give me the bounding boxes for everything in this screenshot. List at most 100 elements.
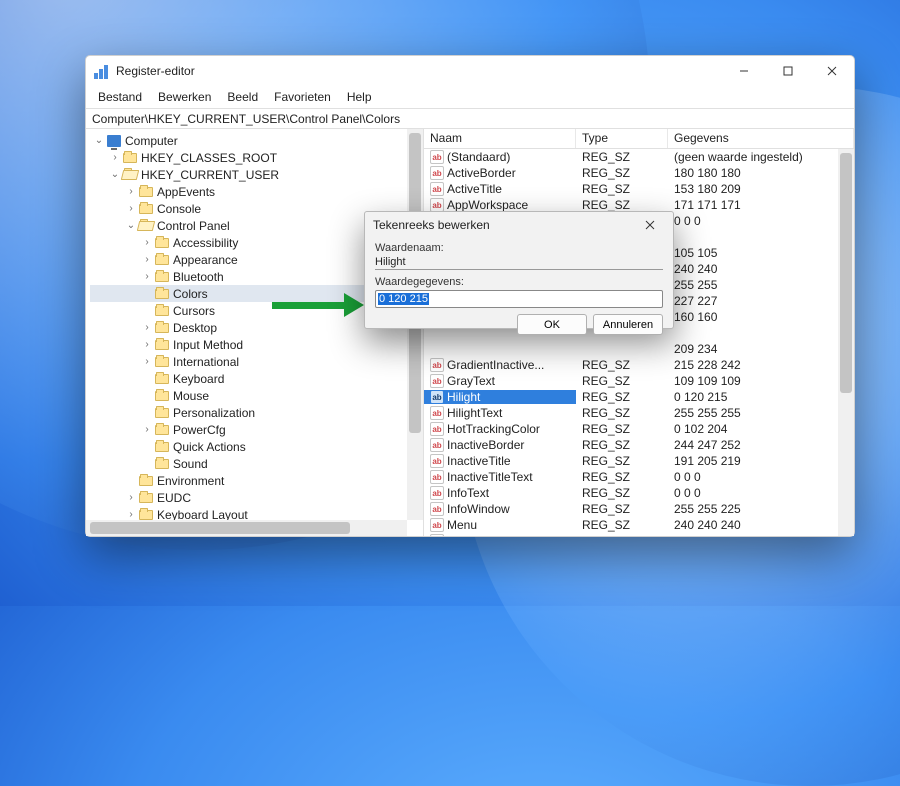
- value-data: 0 0 0: [668, 486, 854, 500]
- value-data: 255 255: [668, 278, 854, 292]
- table-row[interactable]: HotTrackingColorREG_SZ0 102 204: [424, 421, 854, 437]
- chevron-right-icon[interactable]: ›: [140, 237, 154, 248]
- dialog-close-button[interactable]: [635, 212, 665, 238]
- folder-icon: [122, 151, 138, 165]
- value-type: REG_SZ: [576, 422, 668, 436]
- value-data: 255 255 255: [668, 406, 854, 420]
- valuename-label: Waardenaam:: [375, 242, 663, 254]
- valuedata-input[interactable]: 0 120 215: [375, 290, 663, 308]
- chevron-right-icon[interactable]: ›: [108, 152, 122, 163]
- tree-item[interactable]: ›Personalization: [90, 404, 423, 421]
- address-bar[interactable]: Computer\HKEY_CURRENT_USER\Control Panel…: [86, 108, 854, 129]
- tree-item-label: Appearance: [173, 253, 238, 267]
- valuename-field[interactable]: Hilight: [375, 254, 663, 270]
- tree-item[interactable]: ›Input Method: [90, 336, 423, 353]
- table-row[interactable]: InfoTextREG_SZ0 0 0: [424, 485, 854, 501]
- chevron-right-icon[interactable]: ›: [140, 322, 154, 333]
- tree-item[interactable]: ›International: [90, 353, 423, 370]
- chevron-right-icon[interactable]: ›: [124, 492, 138, 503]
- table-row[interactable]: GradientInactive...REG_SZ215 228 242: [424, 357, 854, 373]
- menu-favorites[interactable]: Favorieten: [268, 88, 337, 106]
- folder-icon: [154, 355, 170, 369]
- tree-item[interactable]: ›Keyboard: [90, 370, 423, 387]
- folder-icon: [154, 423, 170, 437]
- menu-help[interactable]: Help: [341, 88, 378, 106]
- table-row[interactable]: MenuBarREG_SZ240 240 240: [424, 533, 854, 536]
- string-value-icon: [430, 518, 444, 532]
- table-row[interactable]: InactiveTitleTextREG_SZ0 0 0: [424, 469, 854, 485]
- chevron-right-icon[interactable]: ›: [124, 186, 138, 197]
- chevron-right-icon[interactable]: ›: [140, 254, 154, 265]
- ok-button[interactable]: OK: [517, 314, 587, 335]
- table-row[interactable]: InfoWindowREG_SZ255 255 225: [424, 501, 854, 517]
- value-data: 255 255 225: [668, 502, 854, 516]
- table-row[interactable]: ActiveTitleREG_SZ153 180 209: [424, 181, 854, 197]
- string-value-icon: [430, 406, 444, 420]
- table-row[interactable]: HilightREG_SZ0 120 215: [424, 389, 854, 405]
- menu-file[interactable]: Bestand: [92, 88, 148, 106]
- cancel-button[interactable]: Annuleren: [593, 314, 663, 335]
- tree-item[interactable]: ⌄Computer: [90, 132, 423, 149]
- header-name[interactable]: Naam: [424, 129, 576, 148]
- close-button[interactable]: [810, 56, 854, 86]
- chevron-right-icon[interactable]: ›: [124, 509, 138, 520]
- tree-item[interactable]: ›HKEY_CLASSES_ROOT: [90, 149, 423, 166]
- value-name: HilightText: [447, 406, 502, 420]
- table-row[interactable]: GrayTextREG_SZ109 109 109: [424, 373, 854, 389]
- value-type: REG_SZ: [576, 486, 668, 500]
- value-data: 215 228 242: [668, 358, 854, 372]
- value-type: REG_SZ: [576, 502, 668, 516]
- string-value-icon: [430, 182, 444, 196]
- tree-item[interactable]: ›EUDC: [90, 489, 423, 506]
- string-value-icon: [430, 390, 444, 404]
- list-header: Naam Type Gegevens: [424, 129, 854, 149]
- folder-icon: [154, 389, 170, 403]
- value-data: 0 0 0: [668, 214, 854, 228]
- table-row[interactable]: InactiveTitleREG_SZ191 205 219: [424, 453, 854, 469]
- string-value-icon: [430, 454, 444, 468]
- tree-item[interactable]: ›Sound: [90, 455, 423, 472]
- menu-edit[interactable]: Bewerken: [152, 88, 217, 106]
- folder-icon: [138, 202, 154, 216]
- tree-horizontal-scrollbar[interactable]: [86, 520, 407, 536]
- menubar: Bestand Bewerken Beeld Favorieten Help: [86, 86, 854, 108]
- tree-item[interactable]: ›Quick Actions: [90, 438, 423, 455]
- chevron-down-icon[interactable]: ⌄: [124, 220, 138, 231]
- folder-icon: [154, 304, 170, 318]
- header-type[interactable]: Type: [576, 129, 668, 148]
- chevron-down-icon[interactable]: ⌄: [92, 135, 106, 146]
- list-vertical-scrollbar[interactable]: [838, 149, 854, 536]
- value-name: HotTrackingColor: [447, 422, 540, 436]
- tree-item[interactable]: ›PowerCfg: [90, 421, 423, 438]
- table-row[interactable]: MenuREG_SZ240 240 240: [424, 517, 854, 533]
- menu-view[interactable]: Beeld: [221, 88, 264, 106]
- header-data[interactable]: Gegevens: [668, 129, 854, 148]
- tree-item-label: Cursors: [173, 304, 215, 318]
- folder-icon: [154, 457, 170, 471]
- value-data: 240 240 240: [668, 518, 854, 532]
- chevron-right-icon[interactable]: ›: [140, 356, 154, 367]
- value-data: 209 234: [668, 342, 854, 356]
- value-name: Menu: [447, 518, 477, 532]
- chevron-down-icon[interactable]: ⌄: [108, 169, 122, 180]
- table-row[interactable]: 209 234: [424, 341, 854, 357]
- chevron-right-icon[interactable]: ›: [140, 271, 154, 282]
- chevron-right-icon[interactable]: ›: [124, 203, 138, 214]
- maximize-button[interactable]: [766, 56, 810, 86]
- chevron-right-icon[interactable]: ›: [140, 424, 154, 435]
- tree-item-label: Console: [157, 202, 201, 216]
- table-row[interactable]: ActiveBorderREG_SZ180 180 180: [424, 165, 854, 181]
- minimize-button[interactable]: [722, 56, 766, 86]
- tree-item[interactable]: ›AppEvents: [90, 183, 423, 200]
- chevron-right-icon[interactable]: ›: [140, 339, 154, 350]
- tree-item[interactable]: ›Mouse: [90, 387, 423, 404]
- table-row[interactable]: InactiveBorderREG_SZ244 247 252: [424, 437, 854, 453]
- tree-item[interactable]: ⌄HKEY_CURRENT_USER: [90, 166, 423, 183]
- tree-item[interactable]: ›Environment: [90, 472, 423, 489]
- folder-icon: [154, 236, 170, 250]
- value-name: AppWorkspace: [447, 198, 528, 212]
- string-value-icon: [430, 486, 444, 500]
- table-row[interactable]: (Standaard)REG_SZ(geen waarde ingesteld): [424, 149, 854, 165]
- table-row[interactable]: HilightTextREG_SZ255 255 255: [424, 405, 854, 421]
- value-data: 240 240 240: [668, 534, 854, 536]
